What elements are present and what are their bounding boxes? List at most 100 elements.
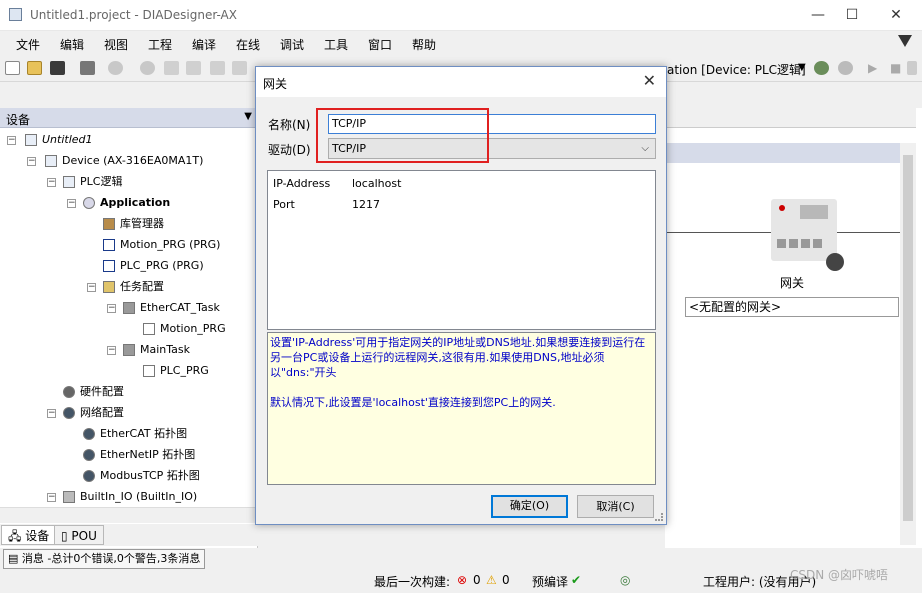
window-titlebar: Untitled1.project - DIADesigner-AX — ☐ ✕ <box>0 0 922 31</box>
window-title: Untitled1.project - DIADesigner-AX <box>30 8 237 22</box>
tree-item-ethernetip-topology[interactable]: EtherNetIP 拓扑图 <box>83 445 195 465</box>
collapse-icon[interactable]: − <box>47 493 56 502</box>
stop-icon[interactable]: ■ <box>890 61 901 75</box>
gateway-status-icon <box>826 253 844 271</box>
menu-online[interactable]: 在线 <box>236 36 260 53</box>
panel-tabs: 🖧 设备 ▯ POU <box>0 524 258 546</box>
device-icon <box>45 155 57 167</box>
tree-item-plc-logic[interactable]: PLC逻辑 <box>63 172 122 192</box>
devices-icon: 🖧 <box>8 529 26 543</box>
tab-pou[interactable]: ▯ POU <box>54 525 104 545</box>
collapse-icon[interactable]: − <box>87 283 96 292</box>
chevron-down-icon[interactable]: ▼ <box>244 111 252 122</box>
print-icon[interactable] <box>80 61 95 75</box>
task-icon <box>123 302 135 314</box>
gateway-scrollbar[interactable] <box>900 143 916 545</box>
menu-edit[interactable]: 编辑 <box>60 36 84 53</box>
error-icon: ⊗ <box>457 573 468 587</box>
highlight-annotation <box>316 108 489 163</box>
plc-icon <box>63 176 75 188</box>
menu-project[interactable]: 工程 <box>148 36 172 53</box>
tree-item-library-manager[interactable]: 库管理器 <box>103 214 164 234</box>
collapse-icon[interactable]: − <box>47 178 56 187</box>
warning-count: 0 <box>502 573 510 587</box>
gateway-device-icon[interactable] <box>771 199 837 261</box>
copy-icon[interactable] <box>232 61 247 75</box>
filter-icon[interactable] <box>898 35 912 47</box>
menu-build[interactable]: 编译 <box>192 36 216 53</box>
property-value[interactable]: localhost <box>352 177 401 190</box>
redo-icon[interactable] <box>186 61 201 75</box>
property-value[interactable]: 1217 <box>352 198 380 211</box>
device-panel-header: 设备 ▼ <box>0 108 258 128</box>
tree-item-plc-prg-call[interactable]: PLC_PRG <box>143 361 209 381</box>
close-icon[interactable]: ✕ <box>643 71 656 91</box>
new-file-icon[interactable] <box>5 61 20 75</box>
tree-item-task-config[interactable]: 任务配置 <box>103 277 164 297</box>
collapse-icon[interactable]: − <box>107 346 116 355</box>
tree-item-motion-prg-call[interactable]: Motion_PRG <box>143 319 226 339</box>
tree-item-project[interactable]: Untitled1 <box>25 130 93 150</box>
collapse-icon[interactable]: − <box>107 304 116 313</box>
tree-horizontal-scrollbar[interactable] <box>0 507 256 523</box>
menu-debug[interactable]: 调试 <box>280 36 304 53</box>
tree-item-maintask[interactable]: MainTask <box>123 340 190 360</box>
forward-icon[interactable] <box>140 61 155 75</box>
tree-item-ethercat-topology[interactable]: EtherCAT 拓扑图 <box>83 424 187 444</box>
property-list: IP-Address localhost Port 1217 <box>267 170 656 330</box>
tree-item-plc-prg[interactable]: PLC_PRG (PRG) <box>103 256 204 276</box>
task-config-icon <box>103 281 115 293</box>
resize-grip-icon[interactable] <box>655 513 663 521</box>
tree-item-hardware-config[interactable]: 硬件配置 <box>63 382 124 402</box>
editor-tab-header <box>666 108 916 128</box>
driver-label: 驱动(D) <box>268 143 311 157</box>
tree-item-motion-prg[interactable]: Motion_PRG (PRG) <box>103 235 220 255</box>
app-icon <box>9 8 22 21</box>
menu-window[interactable]: 窗口 <box>368 36 392 53</box>
tree-item-ethercat-task[interactable]: EtherCAT_Task <box>123 298 220 318</box>
ok-button[interactable]: 确定(O) <box>491 495 568 518</box>
gateway-view <box>665 108 922 548</box>
hardware-icon <box>63 386 75 398</box>
menu-file[interactable]: 文件 <box>16 36 40 53</box>
logout-icon[interactable] <box>838 61 853 75</box>
precompile-label: 预编译 <box>532 575 569 589</box>
gateway-label: 网关 <box>780 276 805 290</box>
error-count: 0 <box>473 573 481 587</box>
toolbar-overflow-icon[interactable] <box>907 61 917 75</box>
menu-view[interactable]: 视图 <box>104 36 128 53</box>
login-status-icon[interactable]: ◎ <box>620 573 630 587</box>
property-key: IP-Address <box>273 177 331 190</box>
open-folder-icon[interactable] <box>27 61 42 75</box>
tree-item-builtin-io[interactable]: BuiltIn_IO (BuiltIn_IO) <box>63 487 197 507</box>
undo-icon[interactable] <box>164 61 179 75</box>
minimize-button[interactable]: — <box>808 6 828 24</box>
back-icon[interactable] <box>108 61 123 75</box>
tree-item-device[interactable]: Device (AX-316EA0MA1T) <box>45 151 203 171</box>
start-icon[interactable]: ▶ <box>868 61 877 75</box>
tree-item-network-config[interactable]: 网络配置 <box>63 403 124 423</box>
check-icon: ✔ <box>571 573 582 587</box>
maximize-button[interactable]: ☐ <box>842 6 862 24</box>
save-icon[interactable] <box>50 61 65 75</box>
gateway-select[interactable]: <无配置的网关> <box>685 297 899 317</box>
tree-item-application[interactable]: Application <box>83 193 170 213</box>
chevron-down-icon[interactable]: ▼ <box>798 62 806 73</box>
collapse-icon[interactable]: − <box>7 136 16 145</box>
close-window-button[interactable]: ✕ <box>886 6 906 24</box>
messages-icon: ▤ <box>8 552 22 565</box>
menu-help[interactable]: 帮助 <box>412 36 436 53</box>
menu-tools[interactable]: 工具 <box>324 36 348 53</box>
cancel-button[interactable]: 取消(C) <box>577 495 654 518</box>
tree-item-modbustcp-topology[interactable]: ModbusTCP 拓扑图 <box>83 466 200 486</box>
collapse-icon[interactable]: − <box>47 409 56 418</box>
collapse-icon[interactable]: − <box>67 199 76 208</box>
gateway-view-header <box>666 143 900 163</box>
description-text: 默认情况下,此设置是'localhost'直接连接到您PC上的网关. <box>270 396 556 409</box>
cut-icon[interactable] <box>210 61 225 75</box>
tab-devices[interactable]: 🖧 设备 <box>1 525 57 545</box>
login-icon[interactable] <box>814 61 829 75</box>
collapse-icon[interactable]: − <box>27 157 36 166</box>
messages-button[interactable]: ▤ 消息 -总计0个错误,0个警告,3条消息 <box>3 549 206 569</box>
property-key: Port <box>273 198 295 211</box>
